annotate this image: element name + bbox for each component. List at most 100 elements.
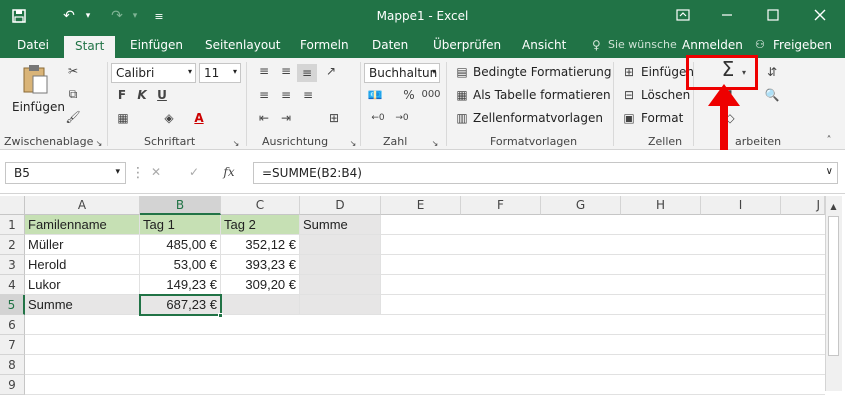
fill-handle[interactable] bbox=[218, 313, 223, 318]
maximize-icon[interactable] bbox=[758, 4, 788, 26]
cell-d4[interactable] bbox=[300, 275, 381, 295]
cell-a5[interactable]: Summe bbox=[25, 295, 140, 315]
ribbon-display-icon[interactable] bbox=[668, 4, 698, 26]
align-left-icon[interactable]: ≡ bbox=[255, 86, 273, 104]
cancel-entry-icon[interactable]: ✕ bbox=[148, 163, 164, 181]
column-header-d[interactable]: D bbox=[300, 196, 381, 215]
font-color-icon[interactable]: A bbox=[190, 109, 208, 127]
cell-c4[interactable]: 309,20 € bbox=[221, 275, 300, 295]
row-header-5[interactable]: 5 bbox=[0, 295, 25, 315]
row-header-9[interactable]: 9 bbox=[0, 375, 25, 395]
align-top-icon[interactable]: ≡ bbox=[255, 62, 273, 80]
format-cells-icon[interactable]: ▣ bbox=[621, 109, 637, 127]
merge-icon[interactable]: ⊞ bbox=[325, 109, 343, 127]
sort-filter-icon[interactable]: ⇵ bbox=[762, 63, 782, 81]
column-header-h[interactable]: H bbox=[621, 196, 701, 215]
find-select-icon[interactable]: 🔍 bbox=[762, 86, 782, 104]
row-header-8[interactable]: 8 bbox=[0, 355, 25, 375]
format-painter-icon[interactable]: 🖌 bbox=[64, 108, 82, 126]
tab-seitenlayout[interactable]: Seitenlayout bbox=[205, 38, 280, 52]
column-header-e[interactable]: E bbox=[381, 196, 461, 215]
cell-a4[interactable]: Lukor bbox=[25, 275, 140, 295]
copy-icon[interactable]: ⧉ bbox=[64, 85, 82, 103]
column-header-b[interactable]: B bbox=[140, 196, 221, 215]
italic-button[interactable]: K bbox=[135, 86, 149, 104]
cell-d2[interactable] bbox=[300, 235, 381, 255]
formula-input[interactable]: =SUMME(B2:B4) ∨ bbox=[253, 162, 838, 184]
fill-color-icon[interactable]: ◈ bbox=[160, 109, 178, 127]
cell-c2[interactable]: 352,12 € bbox=[221, 235, 300, 255]
cell-d5[interactable] bbox=[300, 295, 381, 315]
tab-ueberpruefen[interactable]: Überprüfen bbox=[433, 38, 501, 52]
column-header-g[interactable]: G bbox=[541, 196, 621, 215]
row-header-1[interactable]: 1 bbox=[0, 215, 25, 235]
percent-button[interactable]: % bbox=[400, 86, 418, 104]
collapse-ribbon-icon[interactable]: ˄ bbox=[822, 132, 836, 150]
cell-b4[interactable]: 149,23 € bbox=[140, 275, 221, 295]
cell-styles-button[interactable]: Zellenformatvorlagen bbox=[473, 111, 603, 125]
delete-cells-icon[interactable]: ⊟ bbox=[621, 86, 637, 104]
tab-formeln[interactable]: Formeln bbox=[300, 38, 349, 52]
tab-daten[interactable]: Daten bbox=[372, 38, 408, 52]
row-header-4[interactable]: 4 bbox=[0, 275, 25, 295]
conditional-format-icon[interactable]: ▤ bbox=[454, 63, 470, 81]
column-header-i[interactable]: I bbox=[701, 196, 781, 215]
number-format-combo[interactable]: Buchhaltun ▾ bbox=[364, 63, 440, 83]
thousands-button[interactable]: 000 bbox=[420, 86, 442, 104]
cell-d3[interactable] bbox=[300, 255, 381, 275]
column-header-a[interactable]: A bbox=[25, 196, 140, 215]
underline-button[interactable]: U bbox=[155, 86, 169, 104]
paste-button[interactable]: Einfügen bbox=[12, 100, 65, 114]
name-box[interactable]: B5 ▾ bbox=[5, 162, 126, 184]
format-as-table-icon[interactable]: ▦ bbox=[454, 86, 470, 104]
cell-c3[interactable]: 393,23 € bbox=[221, 255, 300, 275]
scroll-up-icon[interactable]: ▲ bbox=[827, 198, 840, 216]
font-size-combo[interactable]: 11 ▾ bbox=[199, 63, 241, 83]
delete-cells-button[interactable]: Löschen bbox=[641, 88, 690, 102]
increase-decimal-icon[interactable]: ←0 bbox=[368, 109, 388, 127]
cell-a2[interactable]: Müller bbox=[25, 235, 140, 255]
cell-styles-icon[interactable]: ▥ bbox=[454, 109, 470, 127]
increase-indent-icon[interactable]: ⇥ bbox=[277, 109, 295, 127]
bold-button[interactable]: F bbox=[115, 86, 129, 104]
cell-c1[interactable]: Tag 2 bbox=[221, 215, 300, 235]
align-center-icon[interactable]: ≡ bbox=[277, 86, 295, 104]
borders-icon[interactable]: ▦ bbox=[114, 109, 132, 127]
column-header-c[interactable]: C bbox=[221, 196, 300, 215]
tab-datei[interactable]: Datei bbox=[17, 38, 49, 52]
cell-b3[interactable]: 53,00 € bbox=[140, 255, 221, 275]
minimize-icon[interactable] bbox=[712, 4, 742, 26]
column-header-j[interactable]: J bbox=[781, 196, 825, 215]
row-header-2[interactable]: 2 bbox=[0, 235, 25, 255]
row-header-3[interactable]: 3 bbox=[0, 255, 25, 275]
tab-start[interactable]: Start bbox=[64, 36, 116, 58]
cell-d1[interactable]: Summe bbox=[300, 215, 381, 235]
cell-b2[interactable]: 485,00 € bbox=[140, 235, 221, 255]
insert-function-button[interactable]: fx bbox=[220, 163, 238, 181]
column-header-f[interactable]: F bbox=[461, 196, 541, 215]
align-middle-icon[interactable]: ≡ bbox=[277, 62, 295, 80]
row-header-6[interactable]: 6 bbox=[0, 315, 25, 335]
signin-link[interactable]: Anmelden bbox=[682, 38, 743, 52]
currency-icon[interactable]: 💶 bbox=[366, 86, 384, 104]
select-all-corner[interactable] bbox=[0, 196, 25, 215]
format-as-table-button[interactable]: Als Tabelle formatieren bbox=[473, 88, 611, 102]
tab-ansicht[interactable]: Ansicht bbox=[522, 38, 566, 52]
close-icon[interactable] bbox=[805, 4, 835, 26]
insert-cells-icon[interactable]: ⊞ bbox=[621, 63, 637, 81]
orientation-icon[interactable]: ↗ bbox=[322, 62, 340, 80]
font-name-combo[interactable]: Calibri ▾ bbox=[111, 63, 196, 83]
cut-icon[interactable]: ✂ bbox=[64, 62, 82, 80]
format-cells-button[interactable]: Format bbox=[641, 111, 683, 125]
confirm-entry-icon[interactable]: ✓ bbox=[186, 163, 202, 181]
scrollbar-thumb[interactable] bbox=[828, 216, 839, 356]
cell-a1[interactable]: Familenname bbox=[25, 215, 140, 235]
tell-me-box[interactable]: Sie wünsche bbox=[608, 38, 677, 51]
align-bottom-icon[interactable]: ≡ bbox=[297, 64, 317, 82]
paste-icon[interactable] bbox=[20, 64, 52, 96]
cell-a3[interactable]: Herold bbox=[25, 255, 140, 275]
conditional-format-button[interactable]: Bedingte Formatierung bbox=[473, 65, 611, 79]
tab-einfuegen[interactable]: Einfügen bbox=[130, 38, 183, 52]
share-button[interactable]: Freigeben bbox=[773, 38, 832, 52]
row-header-7[interactable]: 7 bbox=[0, 335, 25, 355]
